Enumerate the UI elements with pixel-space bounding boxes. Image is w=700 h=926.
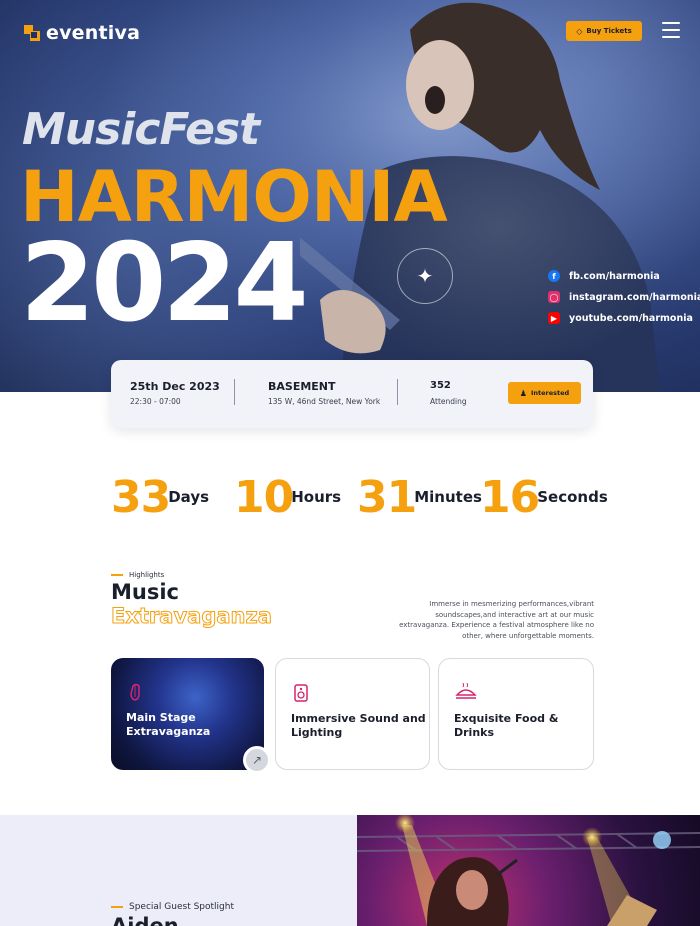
social-label: instagram.com/harmonia — [569, 291, 700, 303]
countdown-hours: 10 Hours — [234, 476, 341, 520]
countdown-timer: 33 Days 10 Hours 31 Minutes 16 Seconds — [0, 476, 700, 526]
countdown-label: Minutes — [414, 488, 482, 506]
event-venue: BASEMENT — [268, 380, 336, 393]
speaker-icon — [294, 684, 308, 702]
countdown-minutes: 31 Minutes — [357, 476, 482, 520]
feature-card-title: Immersive Sound and Lighting — [291, 712, 426, 739]
interested-label: Interested — [530, 389, 570, 397]
buy-tickets-label: Buy Tickets — [586, 27, 632, 35]
interested-button[interactable]: ♟ Interested — [508, 382, 581, 404]
feature-card-title: Exquisite Food & Drinks — [454, 712, 559, 739]
highlights-tag-label: Highlights — [129, 571, 165, 579]
event-info-card: 25th Dec 2023 22:30 - 07:00 BASEMENT 135… — [111, 360, 593, 428]
sparkle-badge-icon: ✦ — [397, 248, 453, 304]
social-links: f fb.com/harmonia ◯ instagram.com/harmon… — [548, 270, 700, 324]
hero-year: 2024 — [20, 221, 309, 346]
countdown-value: 16 — [480, 472, 540, 523]
guitar-icon — [130, 683, 140, 701]
buy-tickets-button[interactable]: ◇ Buy Tickets — [566, 21, 642, 41]
divider — [397, 379, 398, 405]
brand-logo[interactable]: eventiva — [24, 22, 140, 44]
event-date: 25th Dec 2023 — [130, 380, 220, 393]
highlights-description: Immerse in mesmerizing performances,vibr… — [399, 600, 594, 640]
arrow-up-right-icon[interactable]: ↗ — [243, 746, 271, 774]
feature-card-title: Main Stage Extravaganza — [126, 711, 211, 738]
social-link-facebook[interactable]: f fb.com/harmonia — [548, 270, 700, 282]
spotlight-name: Aiden — [111, 914, 179, 926]
social-link-instagram[interactable]: ◯ instagram.com/harmonia — [548, 291, 700, 303]
countdown-label: Days — [168, 488, 210, 506]
instagram-icon: ◯ — [548, 291, 560, 303]
hero-section: eventiva ◇ Buy Tickets MusicFest HARMONI… — [0, 0, 700, 392]
highlights-tag: Highlights — [111, 571, 164, 579]
tag-line — [111, 574, 123, 576]
event-address: 135 W, 46nd Street, New York — [268, 397, 381, 406]
attending-label: Attending — [430, 397, 467, 406]
countdown-value: 10 — [234, 472, 294, 523]
countdown-label: Seconds — [537, 488, 608, 506]
hamburger-menu-icon[interactable] — [662, 22, 680, 38]
countdown-label: Hours — [291, 488, 342, 506]
user-plus-icon: ♟ — [519, 388, 527, 398]
social-label: fb.com/harmonia — [569, 270, 660, 282]
feature-card-sound[interactable]: Immersive Sound and Lighting — [275, 658, 430, 770]
social-link-youtube[interactable]: ▶ youtube.com/harmonia — [548, 312, 700, 324]
countdown-value: 31 — [357, 472, 417, 523]
feature-card-food[interactable]: Exquisite Food & Drinks — [438, 658, 594, 770]
spotlight-tag: Special Guest Spotlight — [111, 902, 234, 912]
spotlight-photo — [357, 815, 700, 926]
feature-card-main-stage[interactable]: Main Stage Extravaganza — [111, 658, 264, 770]
countdown-value: 33 — [111, 472, 171, 523]
youtube-icon: ▶ — [548, 312, 560, 324]
countdown-days: 33 Days — [111, 476, 209, 520]
event-venue-block: BASEMENT 135 W, 46nd Street, New York — [268, 380, 380, 406]
hero-subtitle: MusicFest — [22, 104, 260, 155]
countdown-seconds: 16 Seconds — [480, 476, 608, 520]
social-label: youtube.com/harmonia — [569, 312, 693, 324]
brand-name: eventiva — [46, 22, 141, 44]
concert-stage-image — [357, 815, 700, 926]
event-date-block: 25th Dec 2023 22:30 - 07:00 — [130, 380, 220, 406]
facebook-icon: f — [548, 270, 560, 282]
logo-mark-icon — [24, 25, 40, 41]
tag-line — [111, 906, 123, 908]
divider — [234, 379, 235, 405]
ticket-icon: ◇ — [576, 26, 583, 36]
highlights-title-outline: Extravaganza — [111, 604, 273, 629]
food-icon — [455, 683, 477, 699]
event-time: 22:30 - 07:00 — [130, 397, 181, 406]
spotlight-tag-label: Special Guest Spotlight — [129, 902, 234, 912]
event-attending-block: 352 Attending — [430, 380, 467, 406]
attending-count: 352 — [430, 380, 451, 391]
highlights-title: Music — [111, 580, 179, 604]
